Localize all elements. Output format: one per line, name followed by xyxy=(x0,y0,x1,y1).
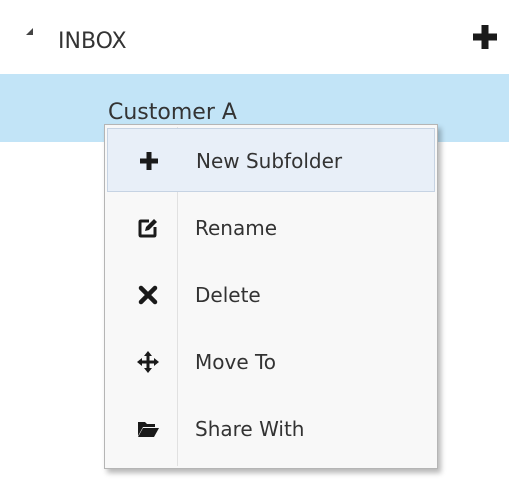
menu-item-move-to[interactable]: Move To xyxy=(107,330,435,394)
menu-item-label: New Subfolder xyxy=(196,149,343,173)
menu-item-label: Delete xyxy=(195,283,261,307)
close-x-icon xyxy=(137,284,159,306)
folder-open-icon xyxy=(137,418,159,440)
folder-label-inbox: INBOX xyxy=(58,29,127,54)
plus-icon xyxy=(473,25,497,49)
move-arrows-icon xyxy=(137,351,159,373)
menu-item-label: Rename xyxy=(195,216,278,240)
folder-context-menu: New Subfolder Rename Delete Move To Shar… xyxy=(104,124,438,469)
menu-item-label: Share With xyxy=(195,417,305,441)
menu-item-new-subfolder[interactable]: New Subfolder xyxy=(107,128,435,192)
menu-item-share-with[interactable]: Share With xyxy=(107,397,435,461)
add-folder-button[interactable] xyxy=(471,23,499,51)
menu-item-label: Move To xyxy=(195,350,277,374)
expanded-triangle-icon[interactable] xyxy=(26,28,33,35)
menu-item-rename[interactable]: Rename xyxy=(107,196,435,260)
folder-tree: INBOX Customer A New Subfolder Rename De… xyxy=(0,0,509,481)
folder-row-inbox[interactable]: INBOX xyxy=(0,20,509,66)
menu-item-delete[interactable]: Delete xyxy=(107,263,435,327)
plus-icon xyxy=(138,150,160,172)
edit-icon xyxy=(137,217,159,239)
folder-label-customer-a: Customer A xyxy=(108,100,237,125)
